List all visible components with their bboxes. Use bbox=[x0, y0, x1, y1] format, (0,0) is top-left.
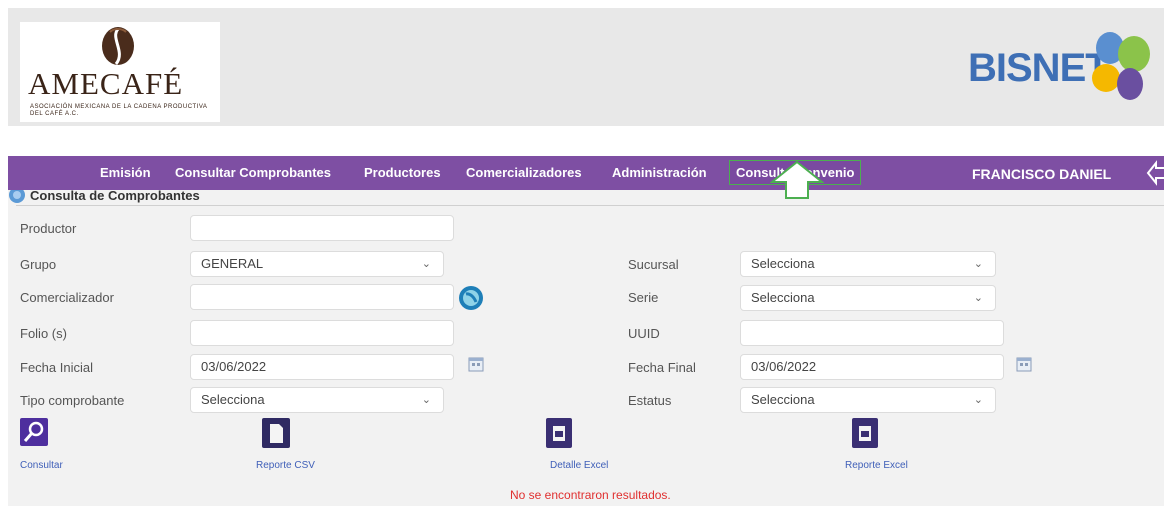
serie-value: Selecciona bbox=[751, 290, 815, 305]
folio-input[interactable] bbox=[190, 320, 454, 346]
panel-title: Consulta de Comprobantes bbox=[30, 188, 200, 203]
nav-productores[interactable]: Productores bbox=[364, 165, 441, 180]
nav-consultar-comprobantes[interactable]: Consultar Comprobantes bbox=[175, 165, 331, 180]
tipo-comprobante-select[interactable]: Selecciona ⌄ bbox=[190, 387, 444, 413]
chevron-down-icon: ⌄ bbox=[421, 394, 431, 406]
header: AMECAFÉ ASOCIACIÓN MEXICANA DE LA CADENA… bbox=[8, 8, 1164, 126]
consultar-label: Consultar bbox=[20, 460, 63, 471]
coffee-bean-icon bbox=[102, 27, 134, 65]
tipo-comprobante-value: Selecciona bbox=[201, 392, 265, 407]
folio-label: Folio (s) bbox=[20, 326, 67, 341]
fecha-final-label: Fecha Final bbox=[628, 360, 696, 375]
serie-select[interactable]: Selecciona ⌄ bbox=[740, 285, 996, 311]
no-results-message: No se encontraron resultados. bbox=[510, 488, 671, 502]
comercializador-input[interactable] bbox=[190, 284, 454, 310]
nav-comercializadores[interactable]: Comercializadores bbox=[466, 165, 582, 180]
tipo-comprobante-label: Tipo comprobante bbox=[20, 393, 125, 408]
comercializador-label: Comercializador bbox=[20, 290, 114, 305]
sucursal-label: Sucursal bbox=[628, 257, 679, 272]
nav-administracion[interactable]: Administración bbox=[612, 165, 707, 180]
grupo-label: Grupo bbox=[20, 257, 57, 272]
search-icon bbox=[20, 418, 48, 446]
grupo-select[interactable]: GENERAL ⌄ bbox=[190, 251, 444, 277]
productor-input[interactable] bbox=[190, 215, 454, 241]
document-icon bbox=[262, 418, 290, 448]
reporte-csv-label: Reporte CSV bbox=[256, 460, 315, 471]
uuid-label: UUID bbox=[628, 326, 660, 341]
estatus-value: Selecciona bbox=[751, 392, 815, 407]
uuid-input[interactable] bbox=[740, 320, 1004, 346]
reporte-csv-button[interactable]: Reporte CSV bbox=[250, 418, 330, 478]
chevron-down-icon: ⌄ bbox=[421, 258, 431, 270]
logout-arrow-icon[interactable] bbox=[1146, 160, 1164, 186]
up-arrow-icon bbox=[770, 160, 824, 199]
search-globe-icon[interactable] bbox=[458, 285, 484, 311]
excel-document-icon bbox=[852, 418, 878, 448]
estatus-select[interactable]: Selecciona ⌄ bbox=[740, 387, 996, 413]
estatus-label: Estatus bbox=[628, 393, 672, 408]
sucursal-value: Selecciona bbox=[751, 256, 815, 271]
nav-emision[interactable]: Emisión bbox=[100, 165, 151, 180]
excel-document-icon bbox=[546, 418, 572, 448]
calendar-icon[interactable] bbox=[468, 356, 484, 372]
divider bbox=[16, 205, 1164, 206]
amecafe-logo: AMECAFÉ ASOCIACIÓN MEXICANA DE LA CADENA… bbox=[20, 22, 220, 122]
productor-label: Productor bbox=[20, 221, 77, 236]
detalle-excel-button[interactable]: Detalle Excel bbox=[534, 418, 614, 478]
detalle-excel-label: Detalle Excel bbox=[550, 460, 609, 471]
reporte-excel-label: Reporte Excel bbox=[845, 460, 908, 471]
calendar-icon[interactable] bbox=[1016, 356, 1032, 372]
logo-text: AMECAFÉ bbox=[28, 66, 184, 101]
chevron-down-icon: ⌄ bbox=[973, 258, 983, 270]
fecha-final-input[interactable]: 03/06/2022 bbox=[740, 354, 1004, 380]
consultar-button[interactable]: Consultar bbox=[20, 418, 80, 478]
main-nav: Emisión Consultar Comprobantes Productor… bbox=[8, 156, 1164, 190]
chevron-down-icon: ⌄ bbox=[973, 394, 983, 406]
fecha-inicial-input[interactable]: 03/06/2022 bbox=[190, 354, 454, 380]
user-name: FRANCISCO DANIEL bbox=[972, 166, 1112, 182]
fecha-inicial-label: Fecha Inicial bbox=[20, 360, 93, 375]
serie-label: Serie bbox=[628, 290, 659, 305]
grupo-value: GENERAL bbox=[201, 256, 264, 271]
bisnet-logo-icon bbox=[1092, 32, 1150, 100]
chevron-down-icon: ⌄ bbox=[973, 292, 983, 304]
reporte-excel-button[interactable]: Reporte Excel bbox=[840, 418, 920, 478]
logo-subtitle: ASOCIACIÓN MEXICANA DE LA CADENA PRODUCT… bbox=[30, 104, 208, 117]
sucursal-select[interactable]: Selecciona ⌄ bbox=[740, 251, 996, 277]
